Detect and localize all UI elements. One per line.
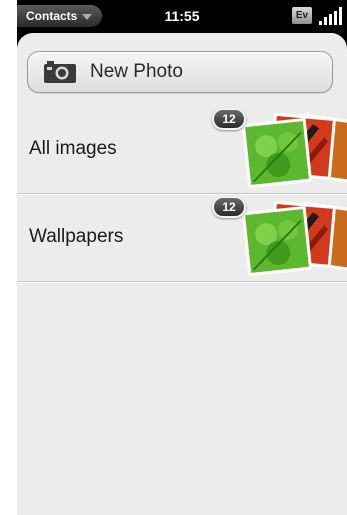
status-bar: Contacts 11:55 Ev	[17, 0, 347, 33]
device-frame: Contacts 11:55 Ev New Photo All images 1…	[17, 0, 347, 515]
new-photo-label: New Photo	[90, 61, 183, 82]
album-thumbnail-stack: 12	[207, 105, 347, 193]
signal-strength-icon	[317, 7, 343, 25]
album-row-wallpapers[interactable]: Wallpapers 12	[17, 193, 347, 282]
photo-count-badge: 12	[212, 108, 246, 130]
album-title: All images	[29, 138, 117, 159]
photo-count-badge: 12	[212, 196, 246, 218]
network-type-badge: Ev	[292, 7, 312, 24]
album-title: Wallpapers	[29, 226, 124, 247]
album-thumbnail-stack: 12	[207, 193, 347, 281]
camera-icon	[44, 61, 76, 83]
photos-screen: New Photo All images 12 Wallpapers 12	[17, 33, 347, 515]
new-photo-button[interactable]: New Photo	[27, 51, 333, 93]
album-row-all-images[interactable]: All images 12	[17, 105, 347, 194]
